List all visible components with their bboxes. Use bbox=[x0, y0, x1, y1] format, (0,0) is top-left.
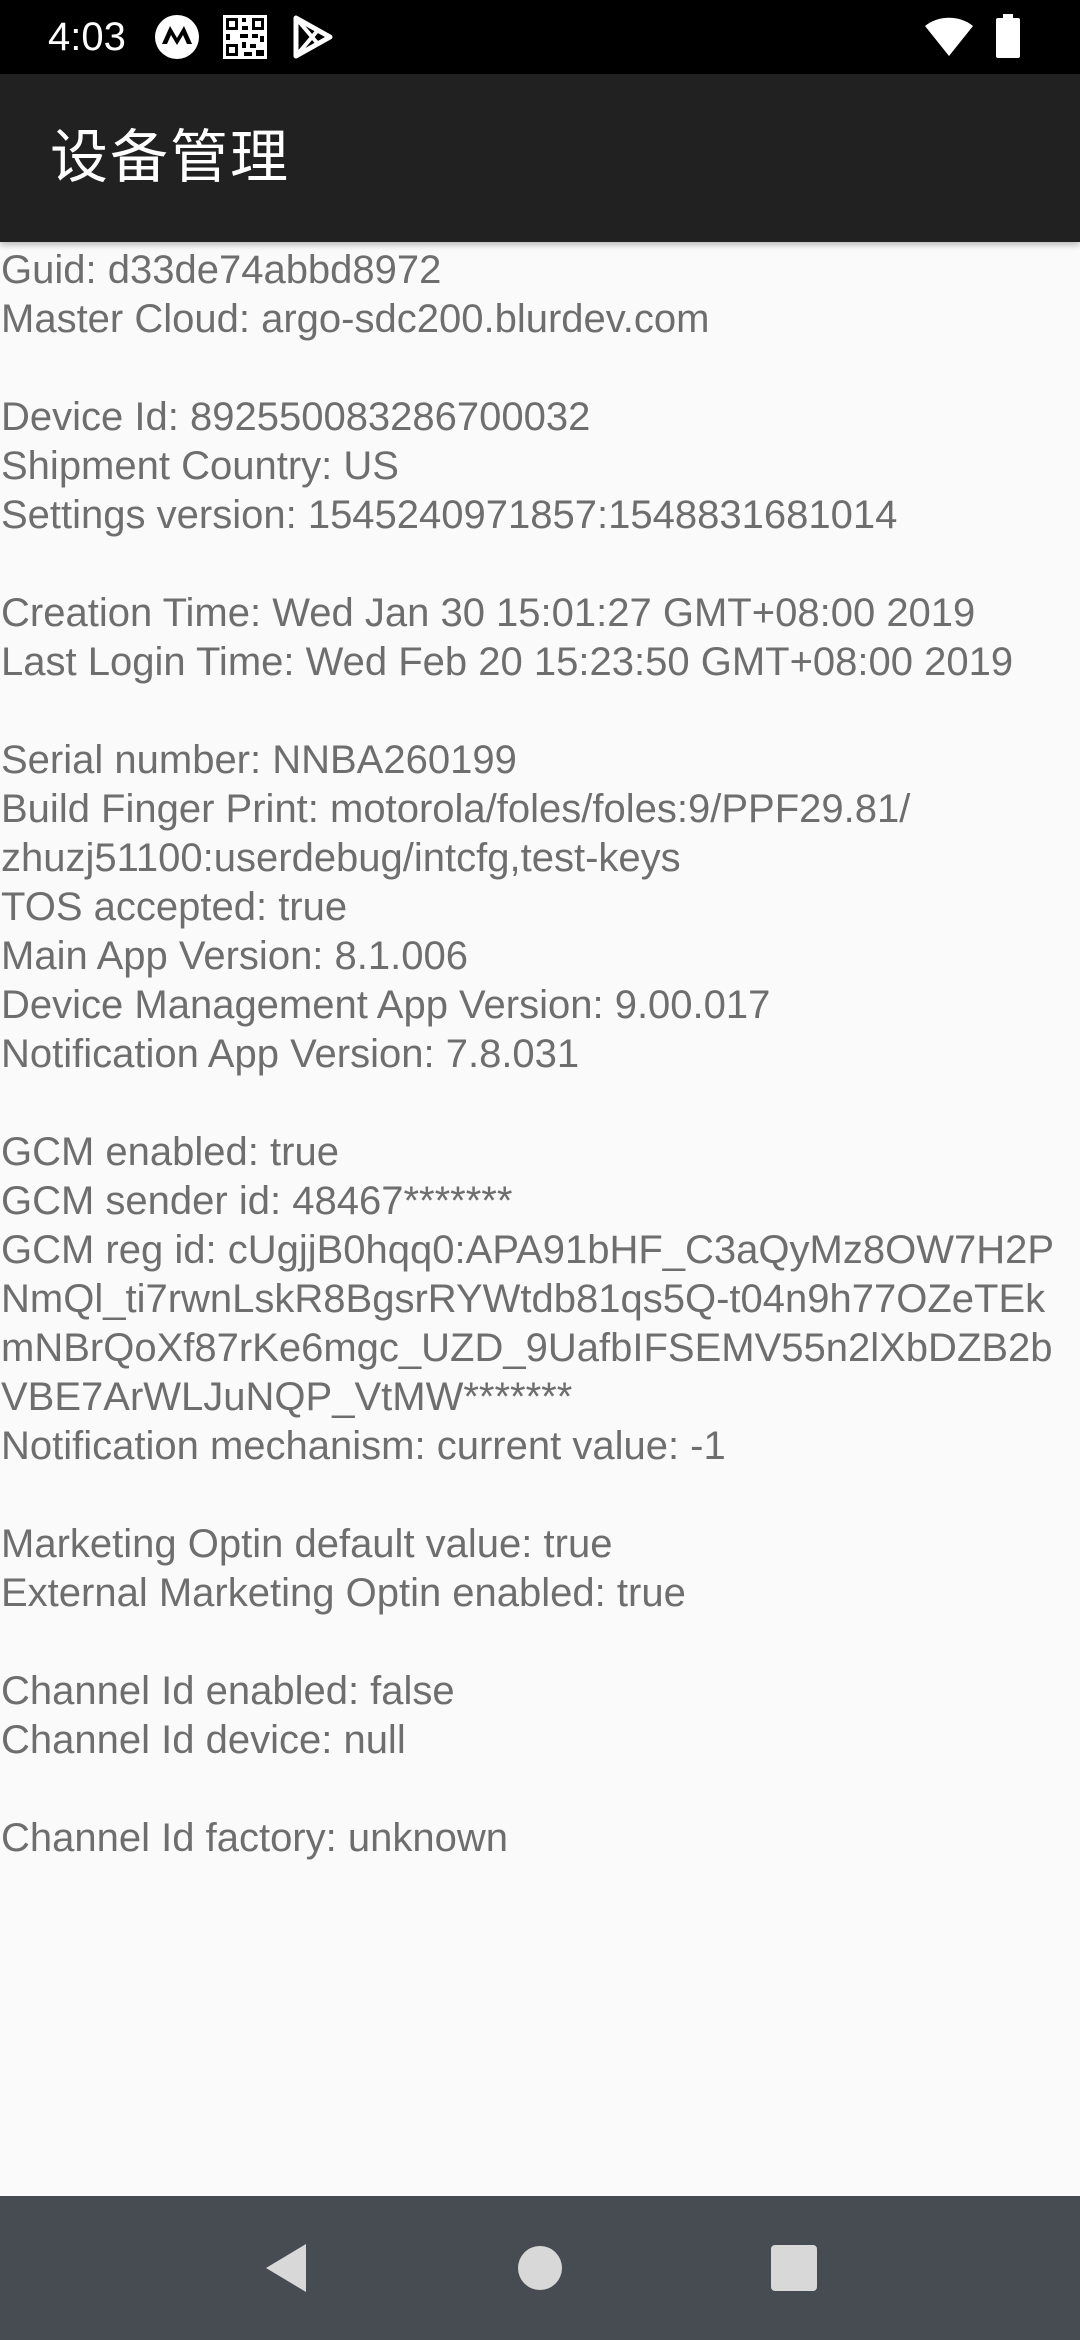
build-fingerprint-text-cont: zhuzj51100:userdebug/intcfg,test-keys bbox=[1, 836, 681, 880]
back-button[interactable] bbox=[254, 2232, 326, 2304]
channel-id-device-text: Channel Id device: null bbox=[1, 1718, 406, 1762]
play-store-icon bbox=[290, 14, 336, 60]
gcm-enabled-text: GCM enabled: true bbox=[1, 1130, 339, 1174]
page-title: 设备管理 bbox=[50, 123, 291, 191]
gcm-reg-id-text-cont: mNBrQoXf87rKe6mgc_UZD_9UafbIFSEMV55n2lXb… bbox=[1, 1326, 1053, 1370]
shipment-country-text: Shipment Country: US bbox=[1, 444, 399, 488]
qr-code-icon bbox=[222, 14, 268, 60]
battery-icon bbox=[996, 14, 1020, 60]
gcm-reg-id-text-cont: NmQl_ti7rwnLskR8BgsrRYWtdb81qs5Q-t04n9h7… bbox=[1, 1277, 1046, 1321]
gcm-reg-id-text-cont: VBE7ArWLJuNQP_VtMW******* bbox=[1, 1375, 573, 1419]
marketing-optin-default-text: Marketing Optin default value: true bbox=[1, 1522, 613, 1566]
status-bar: 4:03 bbox=[0, 0, 1080, 74]
home-button[interactable] bbox=[504, 2232, 576, 2304]
home-icon bbox=[518, 2246, 562, 2290]
build-fingerprint-text: Build Finger Print: motorola/foles/foles… bbox=[1, 787, 911, 831]
notification-app-version-text: Notification App Version: 7.8.031 bbox=[1, 1032, 580, 1076]
creation-time-text: Creation Time: Wed Jan 30 15:01:27 GMT+0… bbox=[1, 591, 976, 635]
channel-id-enabled-text: Channel Id enabled: false bbox=[1, 1669, 455, 1713]
master-cloud-text: Master Cloud: argo-sdc200.blurdev.com bbox=[1, 297, 710, 341]
external-marketing-optin-text: External Marketing Optin enabled: true bbox=[1, 1571, 686, 1615]
app-bar: 设备管理 bbox=[0, 74, 1080, 242]
motorola-logo-icon bbox=[154, 14, 200, 60]
back-icon bbox=[266, 2244, 306, 2292]
channel-id-factory-text: Channel Id factory: unknown bbox=[1, 1816, 508, 1860]
status-time: 4:03 bbox=[48, 15, 126, 59]
serial-number-text: Serial number: NNBA260199 bbox=[1, 738, 517, 782]
navigation-bar bbox=[0, 2196, 1080, 2340]
notification-mechanism-text: Notification mechanism: current value: -… bbox=[1, 1424, 726, 1468]
guid-text: Guid: d33de74abbd8972 bbox=[1, 248, 442, 292]
recents-button[interactable] bbox=[758, 2232, 830, 2304]
screen: 4:03 设备管理 Guid: d33de74abbd8972 Master C… bbox=[0, 0, 1080, 2340]
last-login-time-text: Last Login Time: Wed Feb 20 15:23:50 GMT… bbox=[1, 640, 1014, 684]
settings-version-text: Settings version: 1545240971857:15488316… bbox=[1, 493, 898, 537]
wifi-icon bbox=[924, 14, 974, 60]
device-id-text: Device Id: 892550083286700032 bbox=[1, 395, 591, 439]
main-app-version-text: Main App Version: 8.1.006 bbox=[1, 934, 468, 978]
tos-accepted-text: TOS accepted: true bbox=[1, 885, 348, 929]
gcm-reg-id-text: GCM reg id: cUgjjB0hqq0:APA91bHF_C3aQyMz… bbox=[1, 1228, 1055, 1272]
recents-icon bbox=[771, 2245, 817, 2291]
device-management-app-version-text: Device Management App Version: 9.00.017 bbox=[1, 983, 771, 1027]
device-info-content: Guid: d33de74abbd8972 Master Cloud: argo… bbox=[0, 246, 1080, 1863]
gcm-sender-id-text: GCM sender id: 48467******* bbox=[1, 1179, 513, 1223]
